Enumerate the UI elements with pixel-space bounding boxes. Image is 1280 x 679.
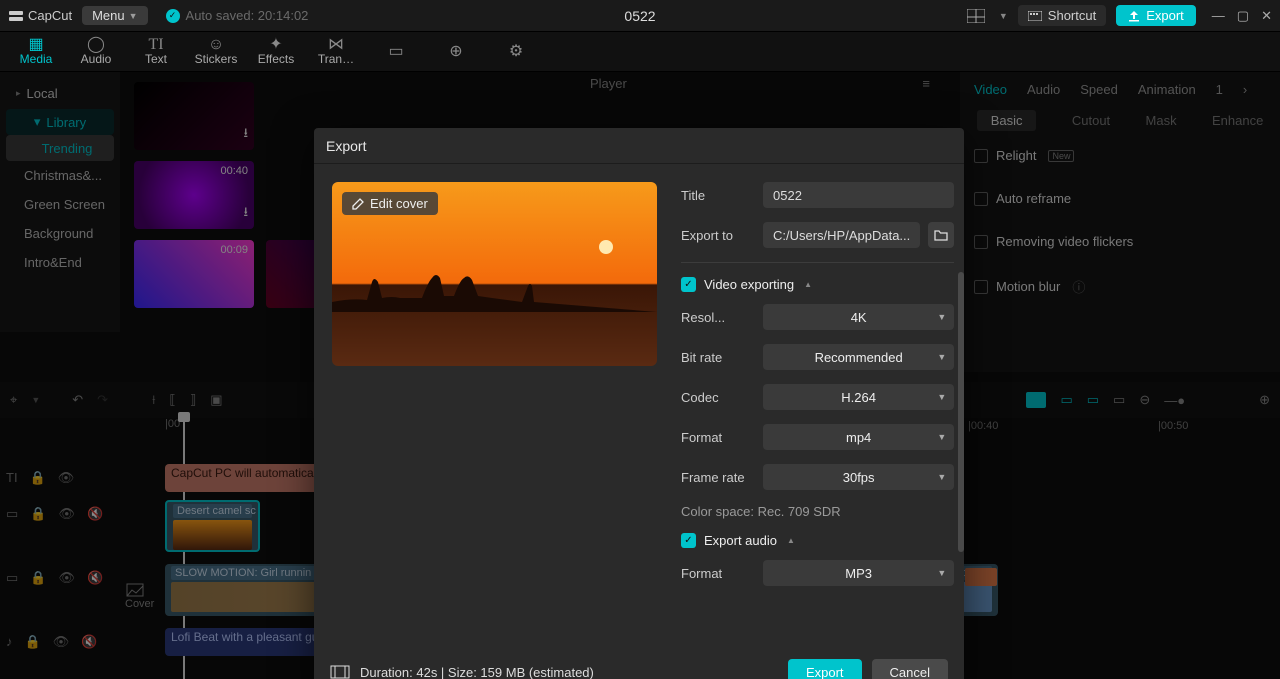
shortcut-label: Shortcut — [1048, 8, 1096, 23]
exportto-input[interactable]: C:/Users/HP/AppData... — [763, 222, 920, 248]
minimize-icon[interactable]: — — [1212, 8, 1225, 24]
edit-cover-button[interactable]: Edit cover — [342, 192, 438, 215]
browse-folder-button[interactable] — [928, 222, 954, 248]
chevron-down-icon: ▼ — [937, 472, 946, 482]
sun-icon — [599, 240, 613, 254]
title-input[interactable]: 0522 — [763, 182, 954, 208]
cancel-button[interactable]: Cancel — [872, 659, 948, 679]
format-label: Format — [681, 430, 763, 445]
codec-select[interactable]: H.264▼ — [763, 384, 954, 410]
framerate-select[interactable]: 30fps▼ — [763, 464, 954, 490]
tab-extra3[interactable]: ⚙ — [486, 45, 546, 59]
chevron-down-icon: ▼ — [937, 392, 946, 402]
export-label: Export — [1146, 8, 1184, 23]
upload-icon — [1128, 10, 1140, 22]
format-select[interactable]: mp4▼ — [763, 424, 954, 450]
export-meta: Duration: 42s | Size: 159 MB (estimated) — [360, 665, 594, 679]
tab-extra1[interactable]: ▭ — [366, 45, 426, 59]
shortcut-button[interactable]: Shortcut — [1018, 5, 1106, 26]
tab-audio[interactable]: ◯Audio — [66, 38, 126, 66]
audio-format-select[interactable]: MP3▼ — [763, 560, 954, 586]
audio-export-label: Export audio — [704, 533, 777, 548]
chevron-down-icon: ▼ — [937, 568, 946, 578]
dialog-footer: Duration: 42s | Size: 159 MB (estimated)… — [314, 646, 964, 679]
resolution-select[interactable]: 4K▼ — [763, 304, 954, 330]
audio-export-section[interactable]: ✓ Export audio ▲ — [681, 533, 954, 548]
silhouette — [332, 272, 657, 312]
export-confirm-button[interactable]: Export — [788, 659, 862, 679]
autosave-text: Auto saved: 20:14:02 — [186, 8, 309, 23]
film-icon — [330, 665, 350, 679]
tab-transitions[interactable]: ⋈Tran… — [306, 38, 366, 66]
bitrate-select[interactable]: Recommended▼ — [763, 344, 954, 370]
chevron-down-icon: ▼ — [937, 312, 946, 322]
keyboard-icon — [1028, 11, 1042, 21]
chevron-down-icon: ▼ — [937, 432, 946, 442]
video-export-label: Video exporting — [704, 277, 794, 292]
tab-extra2[interactable]: ⊕ — [426, 45, 486, 59]
audio-format-label: Format — [681, 566, 763, 581]
title-label: Title — [681, 188, 763, 203]
menu-button[interactable]: Menu ▼ — [82, 6, 147, 25]
menu-label: Menu — [92, 8, 125, 23]
check-icon: ✓ — [166, 9, 180, 23]
folder-icon — [934, 229, 948, 241]
export-dialog: Export Edit cover Title 0522 — [314, 128, 964, 679]
cover-preview: Edit cover — [332, 182, 657, 366]
video-export-section[interactable]: ✓ Video exporting ▲ — [681, 277, 954, 292]
divider — [681, 262, 954, 263]
titlebar: CapCut Menu ▼ ✓ Auto saved: 20:14:02 0522… — [0, 0, 1280, 32]
autosave-indicator: ✓ Auto saved: 20:14:02 — [166, 8, 309, 23]
app-logo: CapCut — [8, 8, 72, 24]
tab-text[interactable]: TIText — [126, 38, 186, 66]
colorspace-note: Color space: Rec. 709 SDR — [681, 504, 954, 519]
collapse-icon[interactable]: ▲ — [787, 536, 795, 545]
codec-label: Codec — [681, 390, 763, 405]
capcut-icon — [8, 8, 24, 24]
resolution-label: Resol... — [681, 310, 763, 325]
export-form: Title 0522 Export to C:/Users/HP/AppData… — [681, 182, 954, 646]
export-button-top[interactable]: Export — [1116, 5, 1196, 26]
maximize-icon[interactable]: ▢ — [1237, 8, 1249, 24]
close-icon[interactable]: ✕ — [1261, 8, 1272, 24]
pencil-icon — [352, 198, 364, 210]
tab-effects[interactable]: ✦Effects — [246, 38, 306, 66]
dialog-title: Export — [314, 128, 964, 164]
bitrate-label: Bit rate — [681, 350, 763, 365]
app-name: CapCut — [28, 8, 72, 23]
audio-export-checkbox[interactable]: ✓ — [681, 533, 696, 548]
edit-cover-label: Edit cover — [370, 196, 428, 211]
tab-media[interactable]: ▦Media — [6, 38, 66, 66]
layout-icon[interactable] — [963, 5, 989, 27]
scrollbar[interactable] — [958, 272, 964, 552]
chevron-down-icon: ▼ — [129, 11, 138, 21]
chevron-down-icon: ▼ — [937, 352, 946, 362]
chevron-down-icon: ▼ — [999, 11, 1008, 21]
tab-stickers[interactable]: ☺Stickers — [186, 38, 246, 66]
exportto-label: Export to — [681, 228, 763, 243]
project-title: 0522 — [624, 8, 655, 24]
asset-tabs: ▦Media ◯Audio TIText ☺Stickers ✦Effects … — [0, 32, 1280, 72]
collapse-icon[interactable]: ▲ — [804, 280, 812, 289]
framerate-label: Frame rate — [681, 470, 763, 485]
video-export-checkbox[interactable]: ✓ — [681, 277, 696, 292]
